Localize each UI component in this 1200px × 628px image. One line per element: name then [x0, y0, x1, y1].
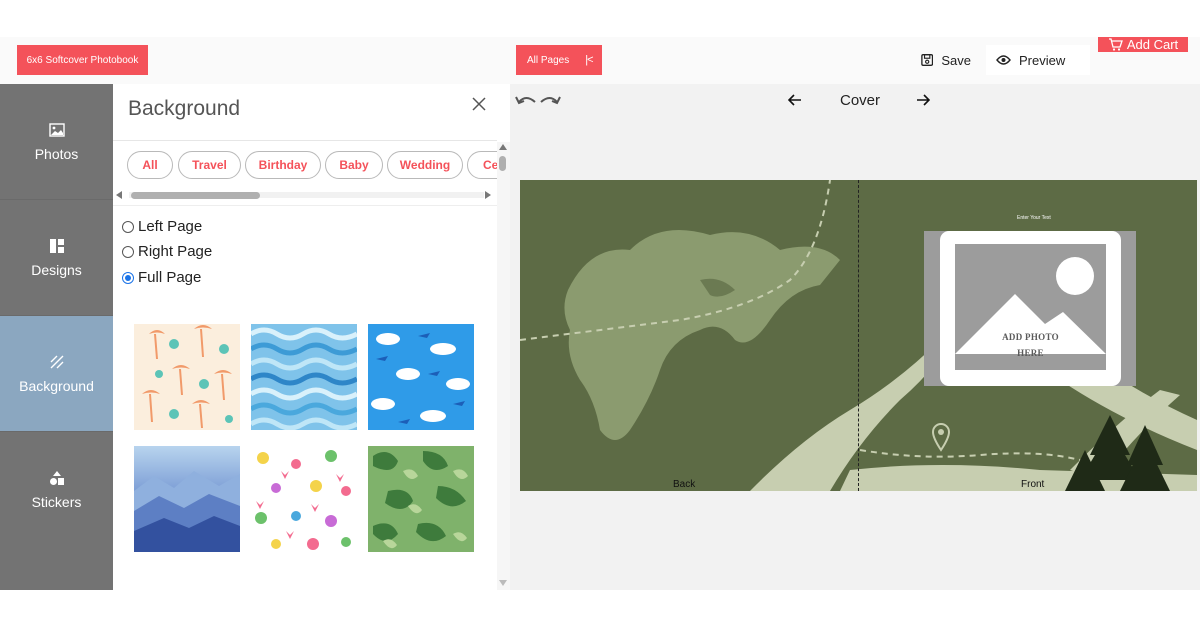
- background-thumbnail-blue-mountains[interactable]: [134, 446, 240, 552]
- add-photo-line: HERE: [1017, 348, 1044, 358]
- all-pages-label: All Pages: [527, 54, 570, 66]
- sidebar-item-label: Photos: [34, 145, 79, 162]
- radio-left-page[interactable]: Left Page: [122, 218, 202, 235]
- preview-button[interactable]: Preview: [986, 45, 1090, 75]
- blue-waves-pattern: [251, 327, 357, 430]
- category-chip-birthday[interactable]: Birthday: [245, 151, 321, 179]
- radio-label: Full Page: [138, 269, 202, 286]
- canvas-area: Cover Enter Your Text ADD PHOTO HERE Bac…: [510, 84, 1200, 590]
- category-chip-travel[interactable]: Travel: [178, 151, 241, 179]
- background-panel: Background All Travel Birthday Baby Wedd…: [113, 84, 510, 590]
- back-page-label: Back: [673, 479, 696, 490]
- sidebar-item-background[interactable]: Background: [0, 316, 113, 432]
- scroll-thumb[interactable]: [131, 192, 260, 199]
- horizontal-scrollbar[interactable]: [115, 190, 495, 200]
- floppy-disk-icon: [921, 54, 934, 66]
- radio-full-page[interactable]: Full Page: [122, 269, 201, 286]
- layout-icon: [49, 238, 64, 253]
- page-title: Cover: [839, 92, 880, 109]
- photo-placeholder[interactable]: ADD PHOTO HERE: [924, 231, 1136, 386]
- arrow-left-icon[interactable]: [788, 93, 802, 107]
- add-photo-hint: ADD PHOTO HERE: [955, 329, 1106, 361]
- radio-button[interactable]: [122, 220, 134, 233]
- scroll-down-icon[interactable]: [499, 580, 507, 586]
- photo-drop-area[interactable]: ADD PHOTO HERE: [955, 244, 1106, 370]
- radio-button[interactable]: [122, 271, 134, 284]
- save-label: Save: [941, 52, 971, 68]
- divider: [113, 140, 497, 141]
- category-chip-all[interactable]: All: [127, 151, 173, 179]
- divider: [113, 205, 497, 206]
- redo-icon[interactable]: [539, 93, 561, 109]
- product-selector-button[interactable]: 6x6 Softcover Photobook: [17, 45, 148, 75]
- sidebar-item-label: Background: [19, 377, 94, 394]
- sidebar: Photos Designs Background Stickers: [0, 84, 113, 590]
- add-cart-label: Add Cart: [1126, 37, 1179, 52]
- save-button[interactable]: Save: [911, 45, 981, 75]
- map-pin-icon: [931, 423, 951, 452]
- category-chip-ce[interactable]: Ce: [467, 151, 500, 179]
- radio-button[interactable]: [122, 245, 134, 258]
- photo-frame: ADD PHOTO HERE: [940, 231, 1121, 386]
- sidebar-item-stickers[interactable]: Stickers: [0, 432, 113, 548]
- add-photo-line: ADD PHOTO: [1002, 332, 1059, 342]
- collapse-left-icon: |<: [585, 54, 593, 66]
- radio-label: Left Page: [138, 218, 203, 235]
- spine-fold-line: [858, 180, 859, 491]
- background-thumbnail-green-camouflage[interactable]: [368, 446, 474, 552]
- front-page-label: Front: [1021, 479, 1045, 490]
- eye-icon: [996, 55, 1011, 65]
- sidebar-item-label: Stickers: [31, 494, 82, 510]
- all-pages-button[interactable]: All Pages |<: [516, 45, 602, 75]
- add-cart-button[interactable]: Add Cart: [1098, 37, 1188, 52]
- sidebar-item-photos[interactable]: Photos: [0, 84, 113, 200]
- top-toolbar: 6x6 Softcover Photobook All Pages |< Sav…: [0, 37, 1200, 84]
- scroll-thumb[interactable]: [499, 156, 506, 171]
- background-thumbnail-palm-trees[interactable]: [134, 324, 240, 430]
- vertical-scrollbar[interactable]: [497, 142, 510, 590]
- cover-spread[interactable]: Enter Your Text ADD PHOTO HERE Back Fron…: [520, 180, 1197, 491]
- hatch-icon: [50, 355, 63, 368]
- scroll-up-icon[interactable]: [499, 144, 507, 150]
- background-thumbnail-doodle-cupcakes[interactable]: [251, 446, 357, 552]
- blue-mountains-pattern: [134, 471, 240, 552]
- radio-label: Right Page: [138, 243, 213, 260]
- palm-trees-pattern: [142, 325, 233, 428]
- background-thumbnail-blue-waves[interactable]: [251, 324, 357, 430]
- scroll-right-icon[interactable]: [485, 191, 491, 199]
- arrow-right-icon[interactable]: [916, 93, 930, 107]
- preview-label: Preview: [1019, 52, 1066, 68]
- green-camouflage-pattern: [373, 451, 468, 549]
- sidebar-item-label: Designs: [31, 261, 82, 278]
- category-chip-baby[interactable]: Baby: [325, 151, 383, 179]
- doodle-cupcakes-pattern: [255, 450, 351, 550]
- scroll-left-icon[interactable]: [116, 191, 122, 199]
- shapes-icon: [49, 471, 64, 485]
- sidebar-item-designs[interactable]: Designs: [0, 200, 113, 316]
- radio-right-page[interactable]: Right Page: [122, 243, 212, 260]
- photobook-editor: 6x6 Softcover Photobook All Pages |< Sav…: [0, 37, 1200, 590]
- category-filter: All Travel Birthday Baby Wedding Ce: [127, 151, 500, 179]
- image-icon: [48, 122, 65, 137]
- category-chip-wedding[interactable]: Wedding: [387, 151, 463, 179]
- clouds-airplanes-pattern: [371, 333, 470, 424]
- cart-icon: [1108, 38, 1123, 51]
- cover-text-field[interactable]: Enter Your Text: [1017, 215, 1051, 221]
- background-thumbnail-clouds-airplanes[interactable]: [368, 324, 474, 430]
- undo-icon[interactable]: [515, 93, 537, 109]
- panel-title: Background: [128, 97, 241, 120]
- close-icon[interactable]: [471, 96, 487, 112]
